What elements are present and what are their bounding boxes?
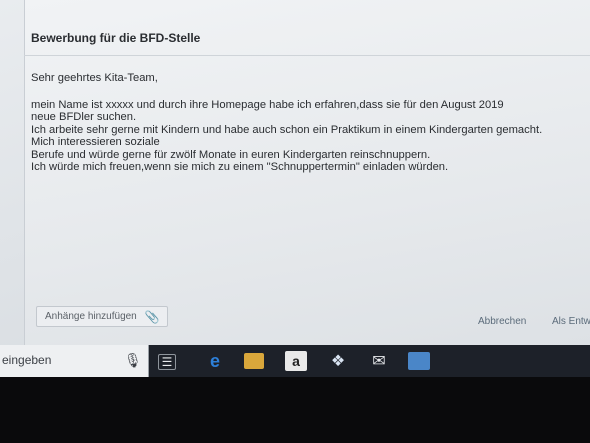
microphone-icon[interactable]: 🎙 <box>124 352 142 370</box>
taskbar: eingeben 🎙 ☰ e a ❖ ✉ <box>0 345 590 377</box>
media-icon[interactable] <box>408 352 430 370</box>
mail-icon[interactable]: ✉ <box>368 351 390 371</box>
body-line: mein Name ist xxxxx und durch ihre Homep… <box>31 98 504 111</box>
add-attachments-label: Anhänge hinzufügen <box>45 311 137 322</box>
greeting-line: Sehr geehrtes Kita-Team, <box>31 72 158 84</box>
edge-icon[interactable]: e <box>204 351 226 371</box>
subject-field[interactable]: Bewerbung für die BFD-Stelle <box>31 31 200 45</box>
cancel-button[interactable]: Abbrechen <box>478 316 526 327</box>
paperclip-icon: 📎 <box>144 309 160 324</box>
body-line: Ich würde mich freuen,wenn sie mich zu e… <box>31 161 449 173</box>
subject-divider <box>24 55 590 56</box>
task-view-icon[interactable]: ☰ <box>158 354 176 370</box>
save-draft-button[interactable]: Als Entw <box>552 316 590 327</box>
body-line: Mich interessieren soziale <box>31 136 160 148</box>
message-body[interactable]: Sehr geehrtes Kita-Team, mein Name ist x… <box>31 72 586 174</box>
screen: Bewerbung für die BFD-Stelle Sehr geehrt… <box>0 0 590 345</box>
body-line: Berufe und würde gerne für zwölf Monate … <box>31 148 431 161</box>
add-attachments-button[interactable]: Anhänge hinzufügen 📎 <box>36 306 168 327</box>
amazon-icon[interactable]: a <box>285 351 307 371</box>
search-placeholder: eingeben <box>2 353 52 367</box>
dropbox-icon[interactable]: ❖ <box>327 351 349 371</box>
body-line: Ich arbeite sehr gerne mit Kindern und h… <box>31 123 543 136</box>
file-explorer-icon[interactable] <box>244 353 264 369</box>
body-line: neue BFDler suchen. <box>31 111 137 123</box>
taskbar-search-box[interactable]: eingeben 🎙 <box>0 345 149 377</box>
monitor-bezel <box>0 377 590 443</box>
